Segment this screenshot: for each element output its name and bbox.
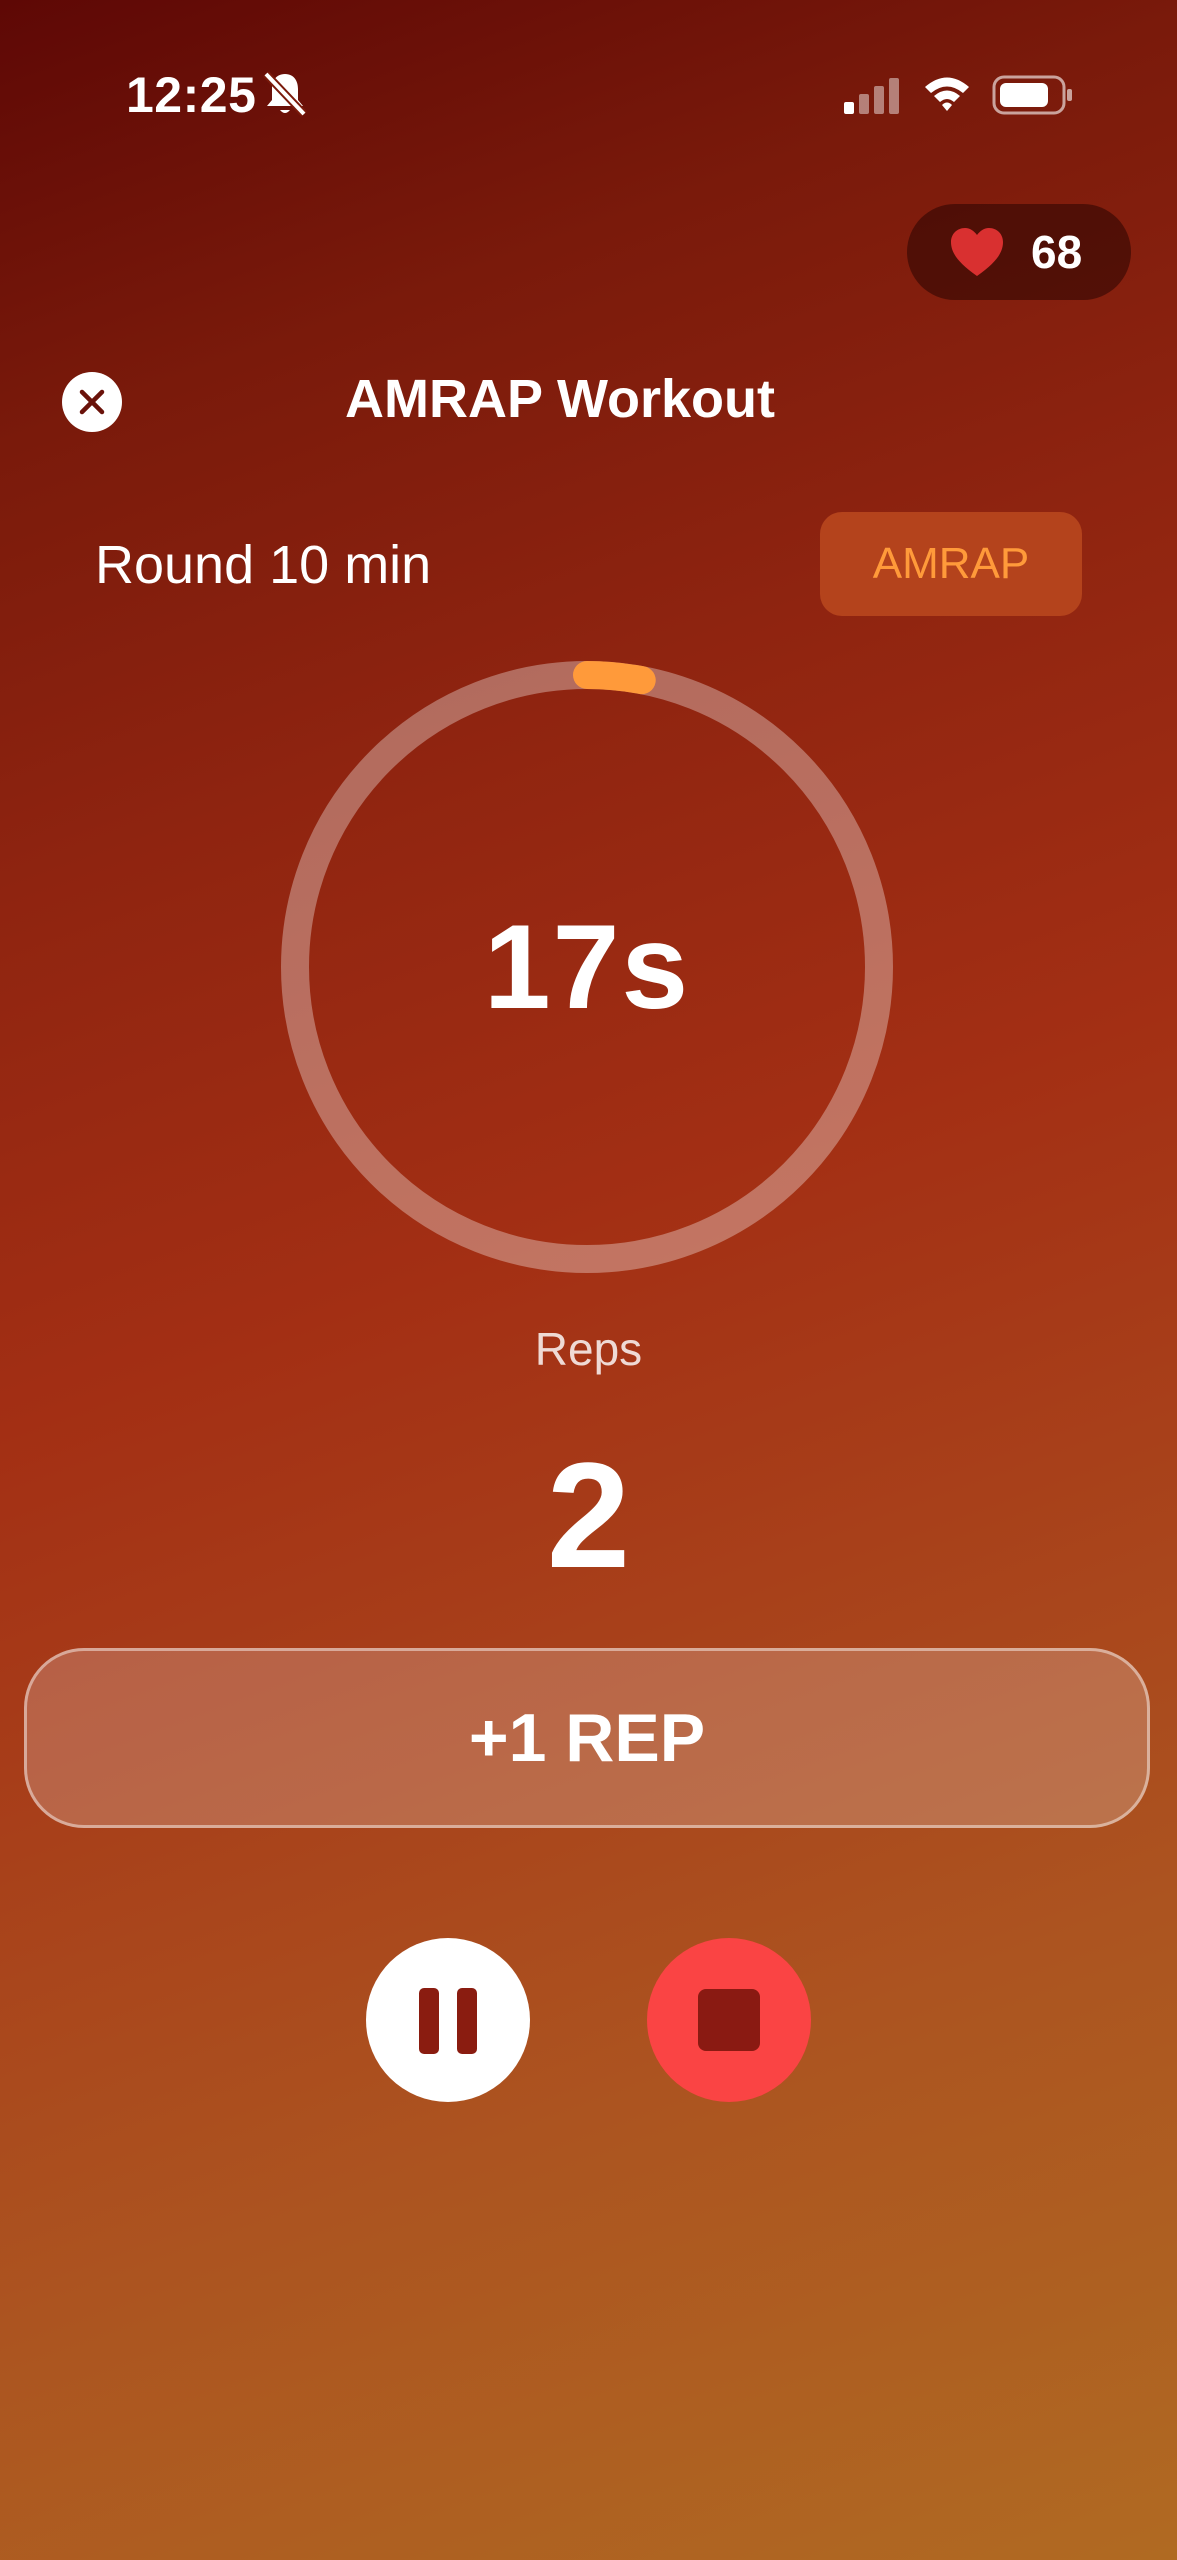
cellular-signal-icon [844, 78, 899, 114]
mode-badge: AMRAP [820, 512, 1082, 616]
stop-icon [698, 1989, 760, 2051]
round-duration-label: Round 10 min [95, 535, 432, 595]
add-rep-button[interactable]: +1 REP [24, 1648, 1150, 1828]
reps-label: Reps [534, 1323, 643, 1375]
heart-rate-badge: 68 [907, 204, 1131, 300]
stop-button[interactable] [647, 1938, 811, 2102]
reps-count: 2 [546, 1431, 631, 1599]
wifi-icon [925, 77, 969, 111]
battery-icon [992, 75, 1072, 115]
timer-value: 17s [483, 900, 691, 1034]
page-title: AMRAP Workout [345, 369, 775, 429]
heart-rate-value: 68 [1031, 226, 1083, 278]
heart-icon [951, 228, 1003, 276]
bell-slash-icon [263, 71, 307, 117]
pause-button[interactable] [366, 1938, 530, 2102]
status-time: 12:25 [126, 67, 257, 123]
